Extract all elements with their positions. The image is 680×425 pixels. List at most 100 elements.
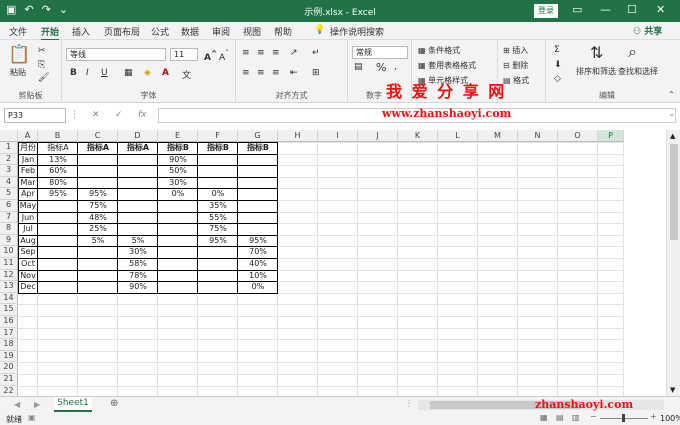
- fill-color-icon[interactable]: ◈: [144, 68, 151, 78]
- phonetic-icon[interactable]: 文: [182, 68, 191, 81]
- table-cell[interactable]: 95%: [198, 236, 238, 248]
- conditional-format-button[interactable]: ▦ 条件格式: [418, 45, 460, 56]
- table-cell[interactable]: 70%: [238, 247, 278, 259]
- row-header[interactable]: 2: [0, 153, 18, 166]
- add-sheet-icon[interactable]: ⊕: [110, 398, 118, 409]
- scroll-down-icon[interactable]: ▼: [670, 386, 675, 394]
- column-header[interactable]: C: [78, 130, 118, 142]
- paste-icon[interactable]: 📋: [8, 44, 30, 65]
- column-header[interactable]: G: [238, 130, 278, 142]
- column-header[interactable]: N: [518, 130, 558, 142]
- table-cell[interactable]: 5%: [78, 236, 118, 248]
- next-sheet-icon[interactable]: ▶: [34, 400, 40, 409]
- row-header[interactable]: 1: [0, 142, 18, 154]
- scroll-up-icon[interactable]: ▲: [670, 132, 675, 140]
- table-cell[interactable]: 25%: [78, 224, 118, 236]
- table-cell[interactable]: 58%: [118, 259, 158, 271]
- table-cell[interactable]: 30%: [118, 247, 158, 259]
- share-button[interactable]: ⚇ 共享: [633, 24, 673, 38]
- row-header[interactable]: 18: [0, 339, 18, 351]
- expand-formula-icon[interactable]: ⌄: [668, 109, 676, 119]
- name-box[interactable]: P33: [4, 108, 66, 123]
- row-header[interactable]: 20: [0, 362, 18, 374]
- table-cell[interactable]: 95%: [238, 236, 278, 248]
- row-header[interactable]: 5: [0, 188, 18, 200]
- table-cell[interactable]: 10%: [238, 271, 278, 283]
- table-cell[interactable]: May: [18, 201, 38, 213]
- autosum-icon[interactable]: Σ: [554, 45, 560, 55]
- percent-icon[interactable]: %: [376, 61, 386, 74]
- prev-sheet-icon[interactable]: ◀: [14, 400, 20, 409]
- tab-formulas[interactable]: 公式: [151, 25, 169, 38]
- find-select-icon[interactable]: ⌕: [628, 42, 637, 62]
- cancel-icon[interactable]: ✕: [92, 110, 100, 120]
- indent-icon[interactable]: ⇤: [290, 68, 298, 78]
- table-header-cell[interactable]: 指标A: [38, 143, 78, 155]
- sheet-tab-sheet1[interactable]: Sheet1: [54, 397, 92, 412]
- sort-filter-label[interactable]: 排序和筛选: [576, 66, 616, 77]
- table-cell[interactable]: 50%: [158, 166, 198, 178]
- tab-page-layout[interactable]: 页面布局: [104, 25, 140, 38]
- clear-icon[interactable]: ◇: [554, 74, 561, 84]
- row-header[interactable]: 17: [0, 327, 18, 340]
- orientation-icon[interactable]: ↗: [290, 48, 298, 58]
- tab-data[interactable]: 数据: [181, 25, 199, 38]
- enter-icon[interactable]: ✓: [115, 110, 123, 120]
- row-header[interactable]: 16: [0, 316, 18, 328]
- insert-function-icon[interactable]: fx: [138, 110, 147, 120]
- table-cell[interactable]: 5%: [118, 236, 158, 248]
- bold-button[interactable]: B: [70, 68, 77, 78]
- cut-icon[interactable]: ✂: [38, 46, 46, 56]
- column-header[interactable]: D: [118, 130, 158, 142]
- table-cell[interactable]: Sep: [18, 247, 38, 259]
- table-cell[interactable]: 75%: [78, 201, 118, 213]
- row-header[interactable]: 4: [0, 176, 18, 189]
- table-cell[interactable]: Oct: [18, 259, 38, 271]
- table-cell[interactable]: 95%: [78, 189, 118, 201]
- format-painter-icon[interactable]: 🖌: [38, 73, 49, 83]
- table-cell[interactable]: 55%: [198, 213, 238, 225]
- table-header-cell[interactable]: 指标B: [158, 143, 198, 155]
- row-header[interactable]: 15: [0, 304, 18, 316]
- font-color-icon[interactable]: A: [162, 68, 169, 78]
- border-icon[interactable]: ▦: [124, 68, 133, 78]
- row-header[interactable]: 21: [0, 374, 18, 386]
- delete-button[interactable]: ⊟ 删除: [503, 60, 528, 71]
- table-cell[interactable]: Dec: [18, 282, 38, 294]
- table-header-cell[interactable]: 指标A: [78, 143, 118, 155]
- table-cell[interactable]: 48%: [78, 213, 118, 225]
- table-cell[interactable]: 78%: [118, 271, 158, 283]
- table-cell[interactable]: 90%: [158, 155, 198, 167]
- column-header[interactable]: K: [398, 130, 438, 142]
- row-header[interactable]: 6: [0, 200, 18, 212]
- column-header[interactable]: O: [558, 130, 598, 142]
- close-icon[interactable]: ✕: [656, 3, 665, 16]
- column-header[interactable]: M: [478, 130, 518, 142]
- table-cell[interactable]: 60%: [38, 166, 78, 178]
- paste-label[interactable]: 粘贴: [10, 67, 26, 78]
- row-header[interactable]: 13: [0, 281, 18, 293]
- column-header[interactable]: I: [318, 130, 358, 142]
- sort-filter-icon[interactable]: ⇅: [590, 43, 603, 62]
- row-header[interactable]: 8: [0, 223, 18, 235]
- column-header[interactable]: L: [438, 130, 478, 142]
- currency-icon[interactable]: ▤: [354, 62, 363, 72]
- tab-insert[interactable]: 插入: [72, 25, 90, 38]
- align-right-icon[interactable]: ≡: [272, 68, 280, 78]
- copy-icon[interactable]: ⎘: [38, 60, 45, 70]
- table-cell[interactable]: Jul: [18, 224, 38, 236]
- row-header[interactable]: 3: [0, 165, 18, 177]
- tab-split-icon[interactable]: ⋮: [405, 399, 413, 408]
- table-cell[interactable]: Nov: [18, 271, 38, 283]
- vertical-scroll-thumb[interactable]: [670, 144, 678, 240]
- underline-button[interactable]: U: [101, 68, 108, 78]
- column-header[interactable]: A: [18, 130, 38, 142]
- font-size-select[interactable]: 11: [170, 48, 198, 61]
- table-cell[interactable]: 30%: [158, 178, 198, 190]
- table-cell[interactable]: 0%: [198, 189, 238, 201]
- italic-button[interactable]: I: [86, 68, 89, 78]
- table-header-cell[interactable]: 月份: [18, 143, 38, 155]
- row-header[interactable]: 11: [0, 258, 18, 270]
- column-header[interactable]: B: [38, 130, 78, 142]
- collapse-ribbon-icon[interactable]: ⌃: [668, 90, 675, 99]
